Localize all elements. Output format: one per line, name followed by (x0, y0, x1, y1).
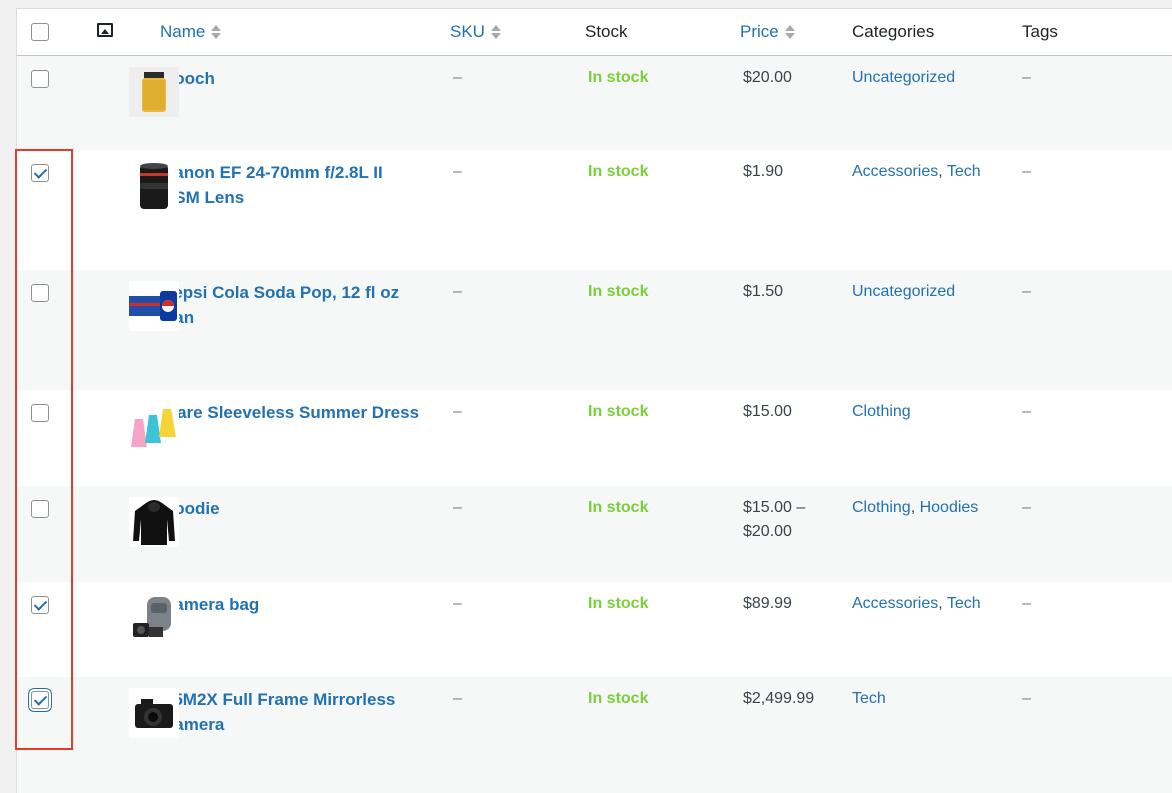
lens-image[interactable] (129, 161, 179, 211)
sku-value: – (453, 690, 462, 707)
stock-status: In stock (588, 403, 649, 420)
product-name-link[interactable]: Hoodie (162, 496, 450, 521)
product-name-link[interactable]: Flare Sleeveless Summer Dress (162, 400, 450, 425)
price-value: $15.00 – $20.00 (743, 499, 806, 540)
stock-status: In stock (588, 68, 649, 86)
category-link[interactable]: Accessories (852, 595, 938, 612)
sku-value: – (453, 283, 462, 300)
categories-list: Uncategorized (852, 283, 955, 300)
product-name-link[interactable]: Pepsi Cola Soda Pop, 12 fl oz Can (162, 280, 450, 330)
price-value: $1.50 (743, 283, 784, 300)
category-link[interactable]: Uncategorized (852, 283, 955, 300)
sort-arrows-icon (490, 24, 501, 39)
product-name-link[interactable]: Nooch (162, 66, 450, 91)
category-link[interactable]: Tech (852, 690, 886, 707)
stock-status: In stock (588, 499, 649, 516)
row-checkbox[interactable] (31, 691, 49, 709)
categories-list: Clothing (852, 403, 911, 420)
tags-value: – (1022, 163, 1031, 180)
row-checkbox[interactable] (31, 69, 49, 88)
table-row: Flare Sleeveless Summer Dress – In stock… (17, 390, 1172, 486)
table-row: Nooch – In stock $20.00 Uncategorized – (17, 55, 1172, 150)
category-link[interactable]: Clothing (852, 403, 911, 420)
row-checkbox[interactable] (31, 596, 49, 614)
category-link[interactable]: Accessories (852, 163, 938, 180)
price-value: $1.90 (743, 163, 784, 180)
categories-list: Accessories, Tech (852, 163, 981, 180)
category-link[interactable]: Hoodies (920, 499, 979, 516)
categories-list: Clothing, Hoodies (852, 499, 979, 516)
sku-value: – (453, 595, 462, 612)
table-row: Camera bag – In stock $89.99 Accessories… (17, 582, 1172, 677)
price-value: $15.00 (743, 403, 792, 420)
image-icon (97, 22, 113, 37)
product-name-link[interactable]: Canon EF 24-70mm f/2.8L II USM Lens (162, 160, 450, 210)
sku-value: – (453, 499, 462, 516)
tags-value: – (1022, 595, 1031, 612)
camera-image[interactable] (129, 688, 179, 738)
products-table: Name SKU Stock Price Categories Tags Noo… (17, 9, 1172, 793)
column-price-label: Price (740, 21, 779, 41)
stock-status: In stock (588, 595, 649, 612)
row-checkbox[interactable] (31, 500, 49, 518)
dress-image[interactable] (129, 401, 179, 451)
product-name-link[interactable]: S5M2X Full Frame Mirrorless Camera (162, 687, 450, 737)
row-checkbox[interactable] (31, 404, 49, 422)
column-stock-label: Stock (585, 21, 628, 41)
sort-by-name[interactable]: Name (160, 21, 222, 42)
categories-list: Uncategorized (852, 69, 955, 86)
column-categories-label: Categories (852, 21, 935, 41)
price-value: $20.00 (743, 68, 792, 86)
tags-value: – (1022, 403, 1031, 420)
sort-by-sku[interactable]: SKU (450, 22, 501, 42)
backpack-image[interactable] (129, 593, 179, 643)
category-link[interactable]: Uncategorized (852, 69, 955, 86)
table-header-row: Name SKU Stock Price Categories Tags (17, 9, 1172, 55)
category-link[interactable]: Tech (947, 595, 981, 612)
soda-image[interactable] (129, 281, 179, 331)
sku-value: – (453, 68, 462, 86)
sort-arrows-icon (211, 24, 222, 39)
sku-value: – (453, 403, 462, 420)
stock-status: In stock (588, 690, 649, 707)
tags-value: – (1022, 690, 1031, 707)
tags-value: – (1022, 283, 1031, 300)
price-value: $89.99 (743, 595, 792, 612)
hoodie-image[interactable] (129, 497, 179, 547)
tags-value: – (1022, 499, 1031, 516)
sort-by-price[interactable]: Price (740, 22, 795, 42)
sort-arrows-icon (784, 24, 795, 39)
stock-status: In stock (588, 163, 649, 180)
column-sku-label: SKU (450, 21, 485, 41)
row-checkbox[interactable] (31, 284, 49, 302)
products-table-container: Name SKU Stock Price Categories Tags Noo… (16, 8, 1172, 793)
categories-list: Tech (852, 690, 886, 707)
jar-image[interactable] (129, 66, 179, 117)
table-row: Pepsi Cola Soda Pop, 12 fl oz Can – In s… (17, 270, 1172, 390)
price-value: $2,499.99 (743, 690, 815, 707)
category-link[interactable]: Clothing (852, 499, 911, 516)
sku-value: – (453, 163, 462, 180)
select-all-checkbox[interactable] (31, 22, 49, 41)
row-checkbox[interactable] (31, 164, 49, 182)
table-row: Canon EF 24-70mm f/2.8L II USM Lens – In… (17, 150, 1172, 270)
stock-status: In stock (588, 283, 649, 300)
category-link[interactable]: Tech (947, 163, 981, 180)
tags-value: – (1022, 68, 1031, 86)
column-name-label: Name (160, 21, 206, 41)
column-tags-label: Tags (1022, 21, 1058, 41)
table-row: Hoodie – In stock $15.00 – $20.00 Clothi… (17, 486, 1172, 582)
categories-list: Accessories, Tech (852, 595, 981, 612)
table-row: S5M2X Full Frame Mirrorless Camera – In … (17, 677, 1172, 793)
product-name-link[interactable]: Camera bag (162, 592, 450, 617)
